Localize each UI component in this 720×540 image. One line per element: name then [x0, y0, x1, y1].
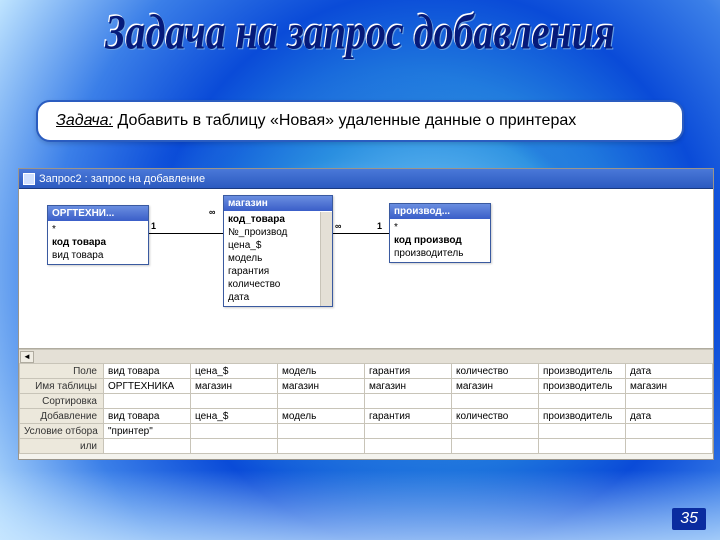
row-label-or: или — [20, 439, 104, 454]
table-producer[interactable]: производ... * код производ производитель — [389, 203, 491, 263]
window-icon — [23, 173, 35, 185]
field[interactable]: модель — [228, 252, 328, 265]
grid-cell[interactable] — [191, 394, 278, 409]
field[interactable]: производитель — [394, 247, 486, 260]
task-label: Задача: — [56, 112, 113, 129]
grid-cell[interactable]: количество — [452, 409, 539, 424]
row-label-field: Поле — [20, 364, 104, 379]
grid-cell[interactable]: магазин — [365, 379, 452, 394]
relationship-pane[interactable]: ОРГТЕХНИ... * код товара вид товара мага… — [19, 189, 713, 349]
grid-cell[interactable] — [539, 439, 626, 454]
field[interactable]: гарантия — [228, 265, 328, 278]
grid-cell[interactable] — [191, 439, 278, 454]
grid-cell[interactable] — [278, 394, 365, 409]
design-hscroll[interactable]: ◄ — [19, 349, 713, 363]
grid-cell[interactable]: количество — [452, 364, 539, 379]
grid-cell[interactable]: производитель — [539, 379, 626, 394]
grid-cell[interactable] — [539, 394, 626, 409]
field-pk[interactable]: код_товара — [228, 213, 328, 226]
table-magazin[interactable]: магазин код_товара №_производ цена_$ мод… — [223, 195, 333, 307]
grid-cell[interactable] — [539, 424, 626, 439]
relation-one: 1 — [377, 221, 382, 231]
grid-cell[interactable] — [104, 439, 191, 454]
relation-infinity: ∞ — [209, 207, 215, 217]
window-title: Запрос2 : запрос на добавление — [39, 173, 205, 185]
table-scrollbar[interactable] — [320, 212, 332, 306]
grid-cell[interactable]: модель — [278, 409, 365, 424]
grid-cell[interactable]: "принтер" — [104, 424, 191, 439]
grid-cell[interactable]: дата — [626, 364, 713, 379]
grid-cell[interactable]: вид товара — [104, 364, 191, 379]
table-magazin-title: магазин — [228, 198, 268, 209]
page-number: 35 — [672, 508, 706, 530]
grid-cell[interactable]: магазин — [278, 379, 365, 394]
row-label-append: Добавление — [20, 409, 104, 424]
grid-cell[interactable] — [365, 424, 452, 439]
grid-cell[interactable] — [278, 424, 365, 439]
grid-cell[interactable]: магазин — [626, 379, 713, 394]
window-titlebar[interactable]: Запрос2 : запрос на добавление — [19, 169, 713, 189]
grid-cell[interactable]: производитель — [539, 409, 626, 424]
grid-cell[interactable]: производитель — [539, 364, 626, 379]
grid-cell[interactable]: вид товара — [104, 409, 191, 424]
field[interactable]: количество — [228, 278, 328, 291]
grid-cell[interactable] — [278, 439, 365, 454]
field-pk[interactable]: код производ — [394, 234, 486, 247]
qbe-grid[interactable]: Поле вид товара цена_$ модель гарантия к… — [19, 363, 713, 454]
relation-line — [333, 233, 389, 234]
grid-cell[interactable]: модель — [278, 364, 365, 379]
field[interactable]: цена_$ — [228, 239, 328, 252]
grid-cell[interactable]: магазин — [452, 379, 539, 394]
grid-cell[interactable] — [191, 424, 278, 439]
grid-cell[interactable] — [452, 394, 539, 409]
field[interactable]: * — [394, 221, 486, 234]
grid-cell[interactable]: дата — [626, 409, 713, 424]
grid-cell[interactable] — [365, 439, 452, 454]
field[interactable]: * — [52, 223, 144, 236]
relation-one: 1 — [151, 221, 156, 231]
row-label-table: Имя таблицы — [20, 379, 104, 394]
grid-cell[interactable]: ОРГТЕХНИКА — [104, 379, 191, 394]
grid-cell[interactable] — [626, 424, 713, 439]
row-label-sort: Сортировка — [20, 394, 104, 409]
table-orgtech-title: ОРГТЕХНИ... — [52, 208, 114, 219]
field-pk[interactable]: код товара — [52, 236, 144, 249]
grid-cell[interactable] — [365, 394, 452, 409]
access-window: Запрос2 : запрос на добавление ОРГТЕХНИ.… — [18, 168, 714, 460]
grid-cell[interactable] — [626, 439, 713, 454]
grid-cell[interactable]: цена_$ — [191, 364, 278, 379]
task-box: Задача: Добавить в таблицу «Новая» удале… — [36, 100, 684, 142]
field[interactable]: №_производ — [228, 226, 328, 239]
row-label-criteria: Условие отбора — [20, 424, 104, 439]
table-orgtech[interactable]: ОРГТЕХНИ... * код товара вид товара — [47, 205, 149, 265]
scroll-left-icon[interactable]: ◄ — [20, 351, 34, 363]
table-producer-title: производ... — [394, 206, 450, 217]
decorative-glow — [0, 470, 720, 540]
grid-cell[interactable] — [452, 424, 539, 439]
grid-cell[interactable]: гарантия — [365, 409, 452, 424]
relation-infinity: ∞ — [335, 221, 341, 231]
slide-title: Задача на запрос добавления — [0, 2, 720, 61]
grid-cell[interactable] — [104, 394, 191, 409]
grid-cell[interactable]: гарантия — [365, 364, 452, 379]
grid-cell[interactable]: магазин — [191, 379, 278, 394]
field[interactable]: вид товара — [52, 249, 144, 262]
task-text: Добавить в таблицу «Новая» удаленные дан… — [113, 112, 576, 129]
grid-cell[interactable] — [452, 439, 539, 454]
relation-line — [149, 233, 223, 234]
grid-cell[interactable]: цена_$ — [191, 409, 278, 424]
field[interactable]: дата — [228, 291, 328, 304]
grid-cell[interactable] — [626, 394, 713, 409]
